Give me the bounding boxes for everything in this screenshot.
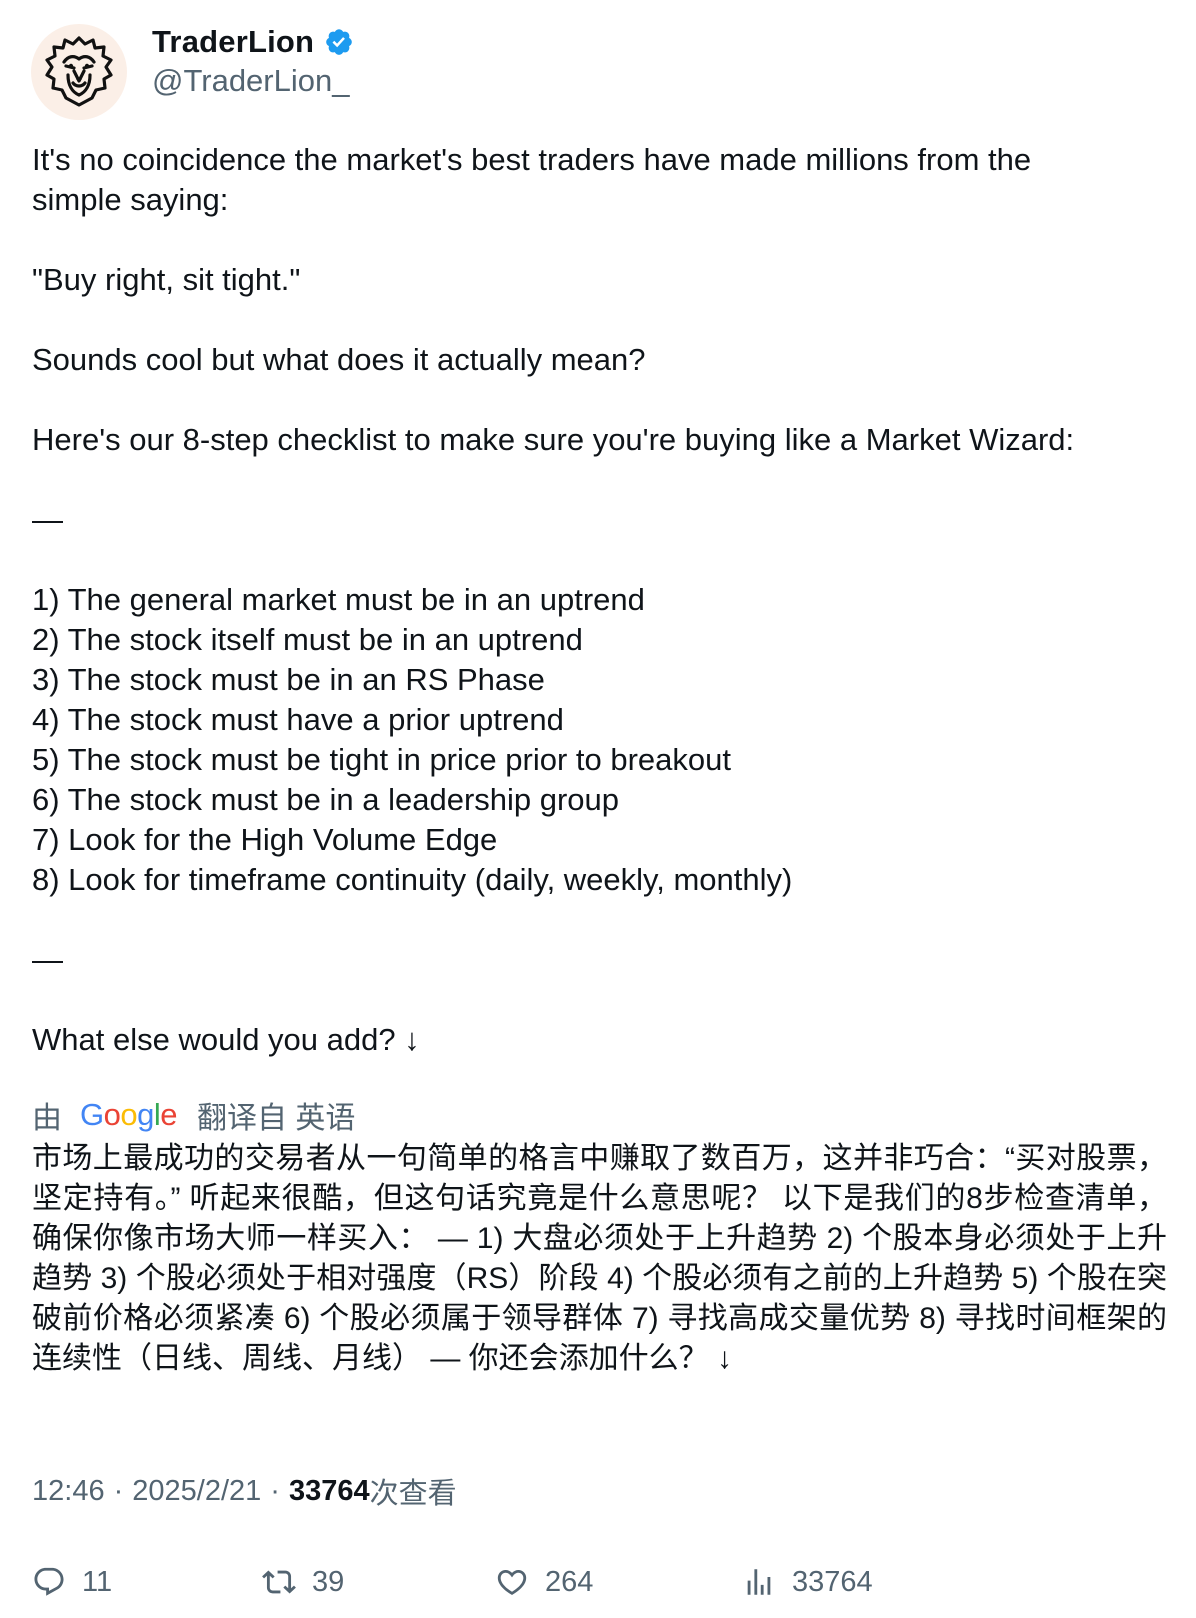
- tweet-line: 1) The general market must be in an uptr…: [32, 582, 645, 617]
- tweet-card: TraderLion @TraderLion_ It's no coincide…: [0, 0, 1196, 1618]
- like-button[interactable]: 264: [495, 1565, 593, 1599]
- retweet-count: 39: [312, 1565, 345, 1598]
- reply-button[interactable]: 11: [32, 1565, 112, 1599]
- tweet-line: It's no coincidence the market's best tr…: [32, 142, 1032, 177]
- tweet-line: 8) Look for timeframe continuity (daily,…: [32, 862, 793, 897]
- translated-text: 市场上最成功的交易者从一句简单的格言中赚取了数百万，这并非巧合：“买对股票，坚定…: [32, 1142, 1167, 1375]
- views-button[interactable]: 33764: [742, 1565, 873, 1599]
- tweet-text: It's no coincidence the market's best tr…: [32, 140, 1162, 1060]
- retweet-button[interactable]: 39: [262, 1565, 344, 1599]
- translated-from-label[interactable]: 翻译自 英语: [197, 1093, 355, 1137]
- translated-by-label: 由: [32, 1102, 62, 1135]
- reply-count: 11: [82, 1565, 113, 1598]
- tweet-line: Sounds cool but what does it actually me…: [32, 342, 646, 377]
- tweet-line: "Buy right, sit tight.": [32, 262, 301, 297]
- lion-logo-icon: [45, 36, 113, 107]
- views-icon: [747, 1569, 771, 1595]
- tweet-line: 6) The stock must be in a leadership gro…: [32, 782, 620, 817]
- views-label: 次查看: [369, 1478, 457, 1510]
- tweet-line: What else would you add? ↓: [32, 1022, 420, 1057]
- author-info: TraderLion @TraderLion_: [152, 22, 354, 99]
- tweet-line: 4) The stock must have a prior uptrend: [32, 702, 564, 737]
- retweet-icon: [262, 1570, 296, 1594]
- user-handle[interactable]: @TraderLion_: [152, 63, 354, 99]
- google-logo: Google: [80, 1097, 178, 1132]
- tweet-line: 5) The stock must be tight in price prio…: [32, 742, 731, 777]
- tweet-line: —: [32, 942, 63, 977]
- display-name[interactable]: TraderLion: [152, 24, 314, 60]
- action-bar: 11 39 264 33764: [0, 1565, 1196, 1613]
- tweet-line: 7) Look for the High Volume Edge: [32, 822, 498, 857]
- tweet-meta: 12:46 · 2025/2/21 · 33764 次查看: [32, 1470, 457, 1512]
- avatar[interactable]: [31, 24, 127, 120]
- tweet-line: 2) The stock itself must be in an uptren…: [32, 622, 583, 657]
- translation-attribution: 由 Google 翻译自 英语: [32, 1093, 355, 1137]
- tweet-line: —: [32, 502, 63, 537]
- like-icon: [497, 1569, 527, 1595]
- reply-icon: [34, 1567, 64, 1596]
- verified-badge-icon[interactable]: [324, 27, 354, 57]
- views-stat-count: 33764: [792, 1565, 873, 1598]
- like-count: 264: [545, 1565, 594, 1598]
- tweet-time[interactable]: 12:46: [32, 1475, 105, 1508]
- tweet-line: simple saying:: [32, 182, 229, 217]
- tweet-line: 3) The stock must be in an RS Phase: [32, 662, 545, 697]
- views-count: 33764: [288, 1474, 370, 1507]
- meta-separator: ·: [113, 1474, 124, 1507]
- tweet-date[interactable]: 2025/2/21: [132, 1475, 261, 1508]
- meta-separator: ·: [270, 1474, 280, 1507]
- tweet-line: Here's our 8-step checklist to make sure…: [32, 422, 1075, 457]
